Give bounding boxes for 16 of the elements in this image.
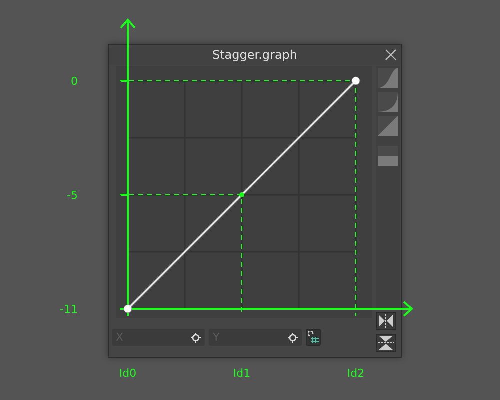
y-axis-label: -5 (67, 189, 78, 202)
x-axis-label: Id2 (347, 367, 365, 380)
y-axis-label: -11 (60, 303, 78, 316)
fit-vertical-button[interactable] (376, 334, 396, 352)
target-icon[interactable] (191, 333, 201, 343)
curve-point[interactable] (352, 76, 360, 86)
x-axis-label: Id0 (119, 367, 137, 380)
snap-grid-button[interactable] (306, 329, 321, 346)
x-axis-label: Id1 (233, 367, 251, 380)
curve-point[interactable] (240, 192, 244, 198)
curve-point[interactable] (124, 304, 132, 314)
fit-horizontal-button[interactable] (376, 312, 396, 330)
close-button[interactable] (385, 49, 397, 61)
window-title: Stagger.graph (212, 48, 298, 62)
target-icon[interactable] (288, 333, 298, 343)
y-axis-label: 0 (71, 75, 78, 88)
